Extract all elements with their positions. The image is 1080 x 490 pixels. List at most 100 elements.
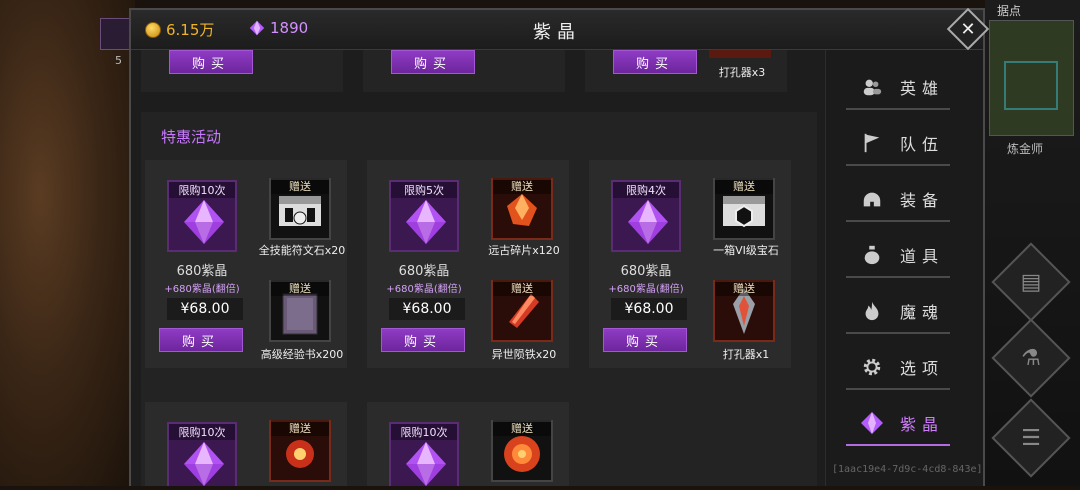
gift-tag: 赠送 [493, 420, 551, 436]
offer-card: 限购10次 赠送 [367, 402, 569, 486]
gift-item[interactable]: 赠送 [713, 178, 775, 240]
alchemist-label: 炼金师 [1007, 142, 1044, 156]
drill-icon [709, 50, 771, 58]
stronghold-label: 据点 [997, 4, 1022, 18]
nav-item-equipment[interactable]: 装备 [846, 178, 950, 222]
offer-card: 限购10次 680紫晶 +680紫晶(翻倍) ¥68.00 购买 赠送 全技能符… [145, 160, 347, 368]
session-id: [1aac19e4-7d9c-4cd8-843e] [832, 464, 983, 475]
list-icon: ☰ [1021, 425, 1041, 451]
gift-name: 远古碎片x120 [488, 244, 560, 257]
gem-amount: 680紫晶 [398, 264, 450, 279]
nav-label: 道具 [900, 247, 945, 266]
helmet-icon [860, 187, 884, 211]
nav-item-items[interactable]: 道具 [846, 234, 950, 278]
price: ¥68.00 [611, 298, 687, 320]
nav-label: 装备 [900, 191, 945, 210]
price: ¥68.00 [389, 298, 465, 320]
gem-amount: 680紫晶 [620, 264, 672, 279]
nav-item-heroes[interactable]: 英雄 [846, 66, 950, 110]
scroll-icon: ▤ [1020, 269, 1042, 295]
gift-name: 全技能符文石x20 [258, 244, 346, 257]
gem-package-image[interactable]: 限购4次 [611, 180, 681, 252]
buy-button[interactable]: 购买 [613, 50, 697, 74]
top-card-3: 购买 打孔器x3 [585, 50, 787, 92]
purchase-limit: 限购10次 [169, 424, 235, 440]
gift-tag: 赠送 [271, 420, 329, 436]
gift-name: 打孔器x1 [722, 348, 770, 361]
shop-content[interactable]: 购买 购买 购买 打孔器x3 特惠活动 限购10次 680紫晶 +680紫晶(翻… [131, 50, 825, 486]
bag-icon [860, 243, 884, 267]
hero-portrait-slot[interactable] [100, 18, 130, 50]
nav-label: 队伍 [900, 135, 945, 154]
gift-item[interactable]: 赠送 [269, 280, 331, 342]
nav-item-amethyst[interactable]: 紫晶 [846, 402, 950, 446]
nav-label: 魔魂 [900, 303, 945, 322]
gift-name: 高级经验书x200 [260, 348, 344, 361]
section-title: 特惠活动 [161, 128, 222, 146]
gift-tag: 赠送 [715, 280, 773, 296]
purchase-limit: 限购10次 [169, 182, 235, 198]
gem-package-image[interactable]: 限购10次 [167, 180, 237, 252]
gift-name: 异世陨铁x20 [491, 348, 557, 361]
gift-tag: 赠送 [271, 178, 329, 194]
amethyst-shop-modal: 6.15万 1890 紫晶 ✕ 购买 购买 购买 打孔器x3 特惠活动 限购10… [129, 7, 990, 486]
bonus-text: +680紫晶(翻倍) [164, 284, 240, 295]
nav-label: 紫晶 [900, 415, 945, 434]
offer-card: 限购10次 赠送 [145, 402, 347, 486]
flag-icon [860, 131, 884, 155]
bonus-text: +680紫晶(翻倍) [608, 284, 684, 295]
gear-icon [860, 355, 884, 379]
gem-amount: 680紫晶 [176, 264, 228, 279]
gift-item[interactable]: 赠送 [713, 280, 775, 342]
buy-button[interactable]: 购买 [381, 328, 465, 352]
potion-side-button[interactable]: ⚗ [991, 318, 1071, 398]
game-world-right: 据点 炼金师 ▤ ⚗ ☰ [985, 0, 1080, 486]
amethyst-icon [184, 200, 224, 244]
game-world-left: 5 [0, 0, 135, 486]
gem-package-image[interactable]: 限购5次 [389, 180, 459, 252]
menu-side-button[interactable]: ☰ [991, 398, 1071, 478]
hero-slot-count: 5 [115, 54, 122, 67]
buy-button[interactable]: 购买 [391, 50, 475, 74]
buy-button[interactable]: 购买 [603, 328, 687, 352]
modal-header: 6.15万 1890 紫晶 ✕ [131, 7, 990, 51]
purchase-limit: 限购4次 [613, 182, 679, 198]
minimap[interactable] [989, 20, 1074, 136]
potion-icon: ⚗ [1021, 345, 1041, 371]
gift-item[interactable]: 赠送 [269, 178, 331, 240]
gift-tag: 赠送 [493, 280, 551, 296]
amethyst-icon [406, 200, 446, 244]
heroes-icon [860, 75, 884, 99]
gift-item[interactable]: 赠送 [491, 280, 553, 342]
top-card-1: 购买 [141, 50, 343, 92]
bonus-text: +680紫晶(翻倍) [386, 284, 462, 295]
price: ¥68.00 [167, 298, 243, 320]
close-icon: ✕ [960, 18, 976, 40]
gem-package-image[interactable]: 限购10次 [167, 422, 237, 486]
gem-package-image[interactable]: 限购10次 [389, 422, 459, 486]
gift-tag: 赠送 [271, 280, 329, 296]
purchase-limit: 限购10次 [391, 424, 457, 440]
offer-card: 限购4次 680紫晶 +680紫晶(翻倍) ¥68.00 购买 赠送 一箱VI级… [589, 160, 791, 368]
nav-label: 英雄 [900, 79, 945, 98]
gift-tag: 赠送 [715, 178, 773, 194]
buy-button[interactable]: 购买 [159, 328, 243, 352]
right-nav: 英雄 队伍 装备 道具 魔魂 选项 紫晶 [1aac19e4-7d9c-4cd8… [825, 50, 983, 486]
nav-item-team[interactable]: 队伍 [846, 122, 950, 166]
gift-item[interactable]: 赠送 [269, 420, 331, 482]
gift-item[interactable]: 赠送 [491, 420, 553, 482]
special-offers-section: 特惠活动 限购10次 680紫晶 +680紫晶(翻倍) ¥68.00 购买 赠送 [141, 112, 817, 486]
flame-icon [860, 299, 884, 323]
gift-tag: 赠送 [493, 178, 551, 194]
amethyst-icon [184, 442, 224, 486]
amethyst-icon [860, 411, 884, 435]
nav-item-options[interactable]: 选项 [846, 346, 950, 390]
gift-name: 打孔器x3 [718, 66, 766, 79]
amethyst-icon [628, 200, 668, 244]
amethyst-icon [406, 442, 446, 486]
gift-item[interactable]: 赠送 [491, 178, 553, 240]
nav-item-souls[interactable]: 魔魂 [846, 290, 950, 334]
buy-button[interactable]: 购买 [169, 50, 253, 74]
purchase-limit: 限购5次 [391, 182, 457, 198]
scroll-side-button[interactable]: ▤ [991, 242, 1071, 322]
